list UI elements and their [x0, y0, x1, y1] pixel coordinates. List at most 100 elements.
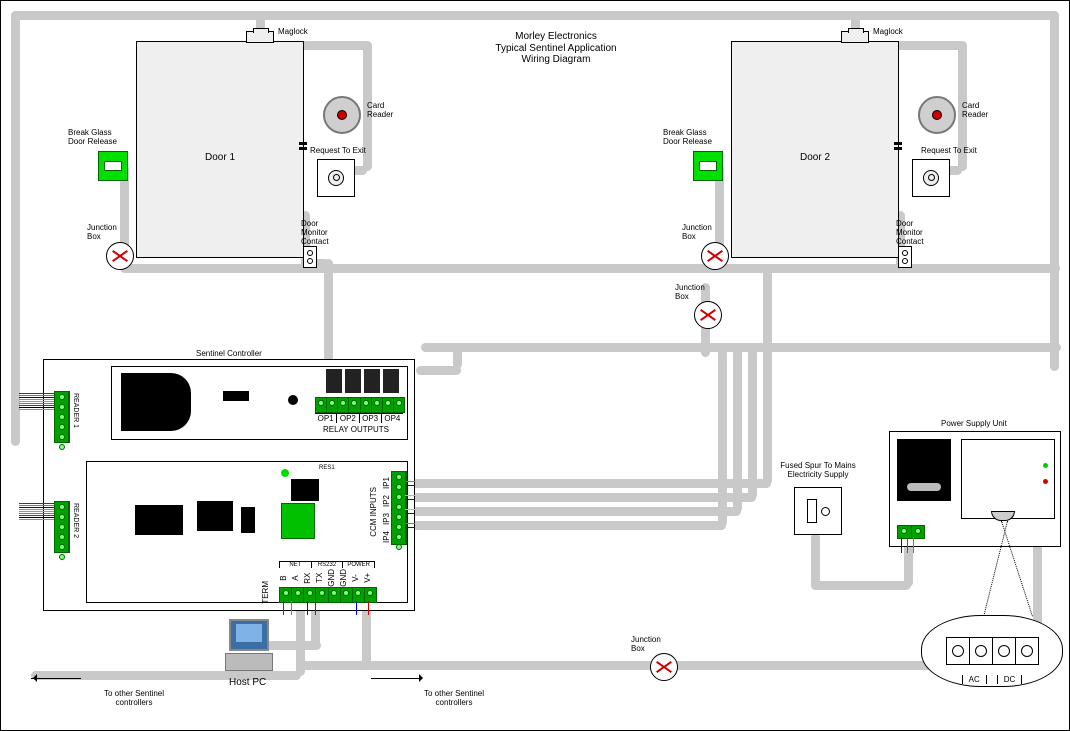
transformer-icon — [897, 439, 951, 501]
comm-groups: NET RS232 POWER — [279, 561, 375, 568]
psu-terminal-detail: AC DC — [921, 615, 1063, 687]
psu-label: Power Supply Unit — [941, 419, 1007, 428]
buzzer-icon — [288, 395, 298, 405]
net-label: NET — [279, 561, 312, 568]
wire — [405, 499, 415, 500]
cable — [1050, 11, 1059, 351]
door1-panel: Door 1 — [136, 41, 304, 258]
wire — [291, 601, 292, 615]
cable — [296, 606, 305, 676]
cable — [411, 521, 726, 530]
door2-maglock-label: Maglock — [873, 27, 903, 36]
reader1-terminal — [54, 391, 70, 443]
reader1-wires — [19, 393, 54, 410]
op3: OP3 — [360, 414, 382, 423]
pin-rx: RX — [303, 569, 315, 587]
wire — [307, 601, 308, 615]
pin-gnd1: GND — [327, 569, 339, 587]
cable — [1050, 343, 1059, 371]
cable — [811, 581, 911, 590]
door2-dmc-label: Door Monitor Contact — [896, 219, 940, 247]
pin-a: A — [291, 569, 303, 587]
hostpc-label: Host PC — [229, 677, 266, 689]
psu-led-red-icon — [1043, 479, 1048, 484]
reader2-terminal — [54, 501, 70, 553]
wire — [368, 601, 369, 615]
ic-icon — [241, 507, 255, 533]
wire — [356, 601, 357, 615]
res1-label: RES1 — [319, 465, 335, 472]
door2-dmc-icon — [898, 246, 912, 268]
led-icon — [281, 469, 289, 477]
ac-label: AC — [969, 675, 980, 684]
relay-icon — [364, 369, 380, 393]
wire — [405, 481, 415, 482]
door1-handle-icon — [299, 142, 307, 145]
door1-cardreader-label: Card Reader — [367, 101, 407, 119]
door2-handle-icon — [894, 142, 902, 145]
door1-cardreader-icon — [323, 96, 361, 134]
arrow-left — [31, 678, 81, 680]
footnote-right: To other Sentinel controllers — [409, 689, 499, 707]
title-line1: Morley Electronics — [515, 31, 597, 42]
door2-panel: Door 2 — [731, 41, 899, 258]
cable — [411, 479, 771, 488]
door2-breakglass-label: Break Glass Door Release — [663, 128, 725, 146]
door1-breakglass-label: Break Glass Door Release — [68, 128, 130, 146]
ccm-pin-labels: IP1 IP2 IP3 IP4 — [378, 471, 396, 543]
wire — [315, 601, 316, 615]
door2-breakglass-icon — [693, 151, 723, 181]
wire — [913, 537, 914, 553]
door2-cardreader-label: Card Reader — [962, 101, 1002, 119]
relay-terminals — [315, 397, 405, 413]
arrow-right-head — [419, 674, 427, 682]
reader2-label: READER 2 — [72, 503, 79, 538]
op4: OP4 — [382, 414, 403, 423]
wire — [901, 537, 902, 553]
wire — [405, 509, 415, 510]
door1-jbox-label: Junction Box — [87, 223, 131, 241]
door1-maglock-label: Maglock — [278, 27, 308, 36]
ic-icon — [197, 501, 233, 531]
diagram-title: Morley Electronics Typical Sentinel Appl… — [441, 31, 671, 66]
hostpc-icon — [219, 619, 279, 675]
door2-jbox-label: Junction Box — [682, 223, 726, 241]
spur-label: Fused Spur To Mains Electricity Supply — [771, 461, 865, 479]
ccm-inputs-label: CCM INPUTS — [369, 487, 378, 537]
wire — [907, 537, 908, 553]
cable — [301, 41, 371, 50]
door1-dmc-icon — [303, 246, 317, 268]
relay-icon — [326, 369, 342, 393]
door1-dmc-label: Door Monitor Contact — [301, 219, 345, 247]
cable — [416, 366, 461, 375]
spur-icon — [794, 487, 842, 535]
dc-label: DC — [1004, 675, 1016, 684]
cable — [896, 41, 966, 50]
cable — [324, 259, 333, 364]
door1-maglock-icon — [246, 31, 274, 43]
cable — [811, 533, 820, 588]
pin-gnd2: GND — [339, 569, 351, 587]
jbox4-icon — [650, 653, 678, 681]
pin-vm: V- — [351, 569, 363, 587]
relay-ic-icon — [223, 391, 249, 401]
ip4: IP4 — [378, 525, 396, 543]
controller-title: Sentinel Controller — [196, 349, 262, 358]
cable — [718, 349, 727, 527]
comm-pins: B A RX TX GND GND V- V+ — [279, 569, 375, 587]
door1-rte-icon — [317, 159, 355, 197]
door2-cardreader-icon — [918, 96, 956, 134]
wire — [405, 485, 415, 486]
jbox4-label: Junction Box — [631, 635, 675, 653]
jbox3-label: Junction Box — [675, 283, 719, 301]
pin-tx: TX — [315, 569, 327, 587]
wire — [405, 527, 415, 528]
cable — [411, 507, 741, 516]
ic-icon — [291, 479, 319, 501]
ip2: IP2 — [378, 489, 396, 507]
title-line3: Wiring Diagram — [522, 54, 591, 65]
jbox3-icon — [694, 301, 722, 329]
ip3: IP3 — [378, 507, 396, 525]
wire — [405, 513, 415, 514]
door1-rte-label: Request To Exit — [310, 146, 366, 155]
